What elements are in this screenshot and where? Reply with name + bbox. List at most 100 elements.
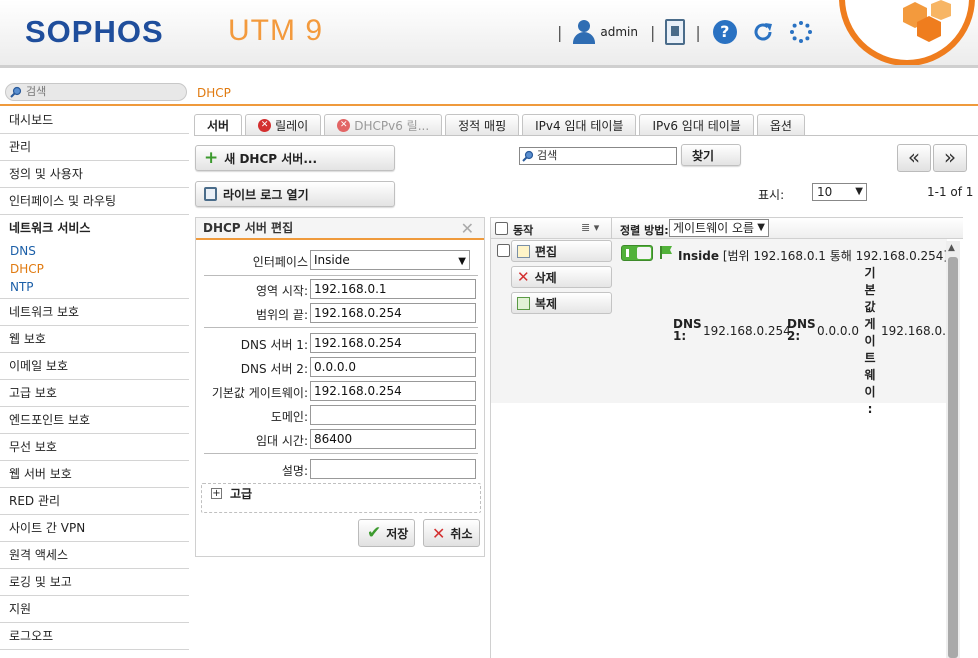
tab-label: DHCPv6 릴...	[354, 118, 430, 133]
select-all-checkbox[interactable]	[495, 222, 508, 235]
search-placeholder: 검색	[537, 149, 558, 162]
user-icon[interactable]	[572, 19, 596, 45]
sidebar-item-red-management[interactable]: RED 관리	[0, 488, 189, 515]
gateway-input[interactable]: 192.168.0.254	[310, 381, 476, 401]
sidebar-subitem-dns[interactable]: DNS	[10, 242, 189, 260]
find-button[interactable]: 찾기	[681, 144, 741, 166]
scroll-up-icon[interactable]: ▲	[948, 243, 955, 253]
next-page-button[interactable]: »	[933, 144, 967, 172]
tab-options[interactable]: 옵션	[756, 114, 805, 136]
sidebar-item-dashboard[interactable]: 대시보드	[0, 107, 189, 134]
sidebar-item-support[interactable]: 지원	[0, 596, 189, 623]
close-icon[interactable]: ✕	[461, 218, 474, 239]
sidebar-item-management[interactable]: 관리	[0, 134, 189, 161]
interface-row: 인터페이스 Inside ▼	[196, 250, 486, 270]
list-search-input[interactable]: 검색	[519, 147, 677, 165]
tab-dhcpv6-relay[interactable]: ✕ DHCPv6 릴...	[324, 114, 443, 136]
tab-ipv6-lease-table[interactable]: IPv6 임대 테이블	[639, 114, 754, 136]
clone-button[interactable]: 복제	[511, 292, 612, 314]
reload-icon[interactable]	[751, 20, 775, 44]
tab-ipv4-lease-table[interactable]: IPv4 임대 테이블	[522, 114, 637, 136]
prev-page-button[interactable]: «	[897, 144, 931, 172]
column-menu-icon[interactable]: ≣ ▾	[581, 221, 599, 234]
lease-time-input[interactable]: 86400	[310, 429, 476, 449]
label-char: 본	[864, 283, 876, 297]
domain-input[interactable]	[310, 405, 476, 425]
sidebar-item-network-protection[interactable]: 네트워크 보호	[0, 299, 189, 326]
tab-label: 서버	[207, 118, 230, 133]
tab-static-mapping[interactable]: 정적 매핑	[445, 114, 520, 136]
search-icon	[522, 150, 534, 162]
sort-select[interactable]: 게이트웨이 오름 ▼	[669, 219, 769, 237]
sophos-logo: SOPHOS	[25, 14, 164, 49]
sidebar-subitem-ntp[interactable]: NTP	[10, 278, 189, 296]
check-icon: ✔	[367, 523, 382, 543]
dns-server-2-input[interactable]: 0.0.0.0	[310, 357, 476, 377]
tab-label: 옵션	[769, 118, 792, 133]
sidebar-search-input[interactable]: 검색	[5, 83, 187, 101]
field-label: DNS 서버 1:	[240, 338, 308, 352]
dns-server-1-input[interactable]: 192.168.0.254	[310, 333, 476, 353]
log-icon	[204, 187, 217, 201]
gateway-row: 기본값 게이트웨이: 192.168.0.254	[196, 381, 486, 401]
page-size-select[interactable]: 10 ▼	[812, 183, 867, 201]
button-label: 저장	[386, 526, 409, 541]
comment-input[interactable]	[310, 459, 476, 479]
label-line: 2:	[787, 329, 801, 343]
label-char: :	[867, 402, 873, 416]
list-scrollbar[interactable]: ▲	[946, 241, 960, 658]
sidebar-subitem-dhcp[interactable]: DHCP	[10, 260, 189, 278]
clipboard-icon[interactable]	[665, 19, 686, 45]
sidebar-item-email-protection[interactable]: 이메일 보호	[0, 353, 189, 380]
separator: |	[695, 22, 701, 42]
tab-relay[interactable]: ✕ 릴레이	[245, 114, 322, 136]
sidebar-item-interfaces[interactable]: 인터페이스 및 라우팅	[0, 188, 189, 215]
new-dhcp-server-button[interactable]: + 새 DHCP 서버...	[195, 145, 395, 171]
top-bar: 검색 DHCP	[0, 80, 978, 106]
sidebar-item-network-services[interactable]: 네트워크 서비스	[0, 215, 189, 242]
entry-title: Inside [범위 192.168.0.1 통해 192.168.0.254]	[678, 247, 948, 264]
sidebar-item-logoff[interactable]: 로그오프	[0, 623, 189, 650]
row-checkbox[interactable]	[497, 244, 510, 257]
open-live-log-button[interactable]: 라이브 로그 열기	[195, 181, 395, 207]
enable-toggle[interactable]	[621, 245, 653, 261]
separator: |	[650, 22, 656, 42]
header-tools: | admin | | ?	[553, 18, 819, 46]
save-button[interactable]: ✔ 저장	[358, 519, 415, 547]
sidebar-item-endpoint-protection[interactable]: 엔드포인트 보호	[0, 407, 189, 434]
sidebar-item-webserver-protection[interactable]: 웹 서버 보호	[0, 461, 189, 488]
tab-label: IPv4 임대 테이블	[535, 118, 624, 133]
range-end-input[interactable]: 192.168.0.254	[310, 303, 476, 323]
delete-icon: ✕	[517, 268, 530, 286]
advanced-section-toggle[interactable]: + 고급	[201, 483, 481, 513]
delete-button[interactable]: ✕ 삭제	[511, 266, 612, 288]
cancel-button[interactable]: ✕ 취소	[423, 519, 480, 547]
sidebar-item-wireless-protection[interactable]: 무선 보호	[0, 434, 189, 461]
sidebar-item-logging[interactable]: 로깅 및 보고	[0, 569, 189, 596]
interface-select[interactable]: Inside ▼	[310, 250, 470, 270]
label-char: 이	[864, 385, 876, 399]
dns1-label: DNS 1:	[673, 318, 702, 342]
sidebar-item-remote-access[interactable]: 원격 액세스	[0, 542, 189, 569]
edit-button[interactable]: 편집	[511, 240, 612, 262]
panel-title: DHCP 서버 편집	[203, 221, 294, 235]
gateway-label: 기 본 값 게 이 트 웨 이 :	[863, 265, 877, 418]
button-label: 편집	[535, 244, 558, 259]
username[interactable]: admin	[600, 25, 638, 39]
result-count: 1-1 of 1	[927, 185, 974, 199]
sidebar-item-definitions[interactable]: 정의 및 사용자	[0, 161, 189, 188]
help-icon[interactable]: ?	[712, 20, 737, 44]
gateway-value: 192.168.0.254	[881, 324, 947, 338]
tab-server[interactable]: 서버	[194, 114, 243, 136]
sidebar-item-advanced-protection[interactable]: 고급 보호	[0, 380, 189, 407]
comment-row: 설명:	[196, 459, 486, 479]
tab-label: 릴레이	[275, 118, 309, 133]
field-label: DNS 서버 2:	[240, 362, 308, 376]
scroll-thumb[interactable]	[948, 257, 958, 658]
range-start-input[interactable]: 192.168.0.1	[310, 279, 476, 299]
close-icon: ✕	[432, 523, 446, 543]
sidebar-item-site-to-site-vpn[interactable]: 사이트 간 VPN	[0, 515, 189, 542]
button-label: 새 DHCP 서버...	[224, 151, 318, 166]
sidebar-item-web-protection[interactable]: 웹 보호	[0, 326, 189, 353]
server-list: 동작 ≣ ▾ 정렬 방법: 게이트웨이 오름 ▼ 편집 ✕ 삭제 복제 Insi…	[490, 217, 963, 658]
